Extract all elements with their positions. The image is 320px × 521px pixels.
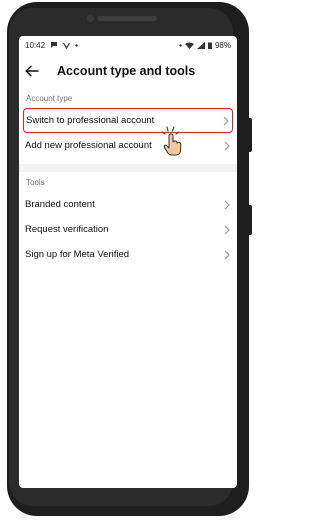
chevron-right-icon <box>224 141 230 150</box>
v-icon <box>63 42 71 49</box>
battery-percent: 98% <box>214 40 231 50</box>
sign-up-meta-verified-item[interactable]: Sign up for Meta Verified <box>19 242 237 267</box>
branded-content-item[interactable]: Branded content <box>19 192 237 217</box>
dot-icon <box>75 43 78 47</box>
section-label-account-type: Account type <box>26 93 73 103</box>
switch-to-professional-account-item[interactable]: Switch to professional account <box>23 108 233 133</box>
status-time: 10:42 <box>25 40 46 50</box>
list-item-label: Switch to professional account <box>26 115 155 126</box>
dot-icon <box>179 43 182 47</box>
battery-icon <box>207 42 212 49</box>
arrow-left-icon[interactable] <box>25 64 41 78</box>
screen: 10:42 98% Account type and tools Account… <box>19 36 237 488</box>
chevron-right-icon <box>223 116 229 125</box>
power-button <box>248 205 252 235</box>
list-item-label: Sign up for Meta Verified <box>25 249 130 260</box>
list-item-label: Add new professional account <box>25 140 152 151</box>
section-divider <box>19 164 237 172</box>
add-new-professional-account-item[interactable]: Add new professional account <box>19 133 237 158</box>
signal-icon <box>196 41 205 49</box>
section-label-tools: Tools <box>26 177 45 187</box>
front-camera <box>87 15 94 22</box>
list-item-label: Branded content <box>25 199 95 210</box>
chevron-right-icon <box>224 200 230 209</box>
page-title: Account type and tools <box>57 64 196 78</box>
speaker-grille <box>97 16 157 21</box>
chat-icon <box>51 42 58 48</box>
chevron-right-icon <box>224 225 230 234</box>
chevron-right-icon <box>224 250 230 259</box>
app-header: Account type and tools <box>19 54 237 88</box>
wifi-icon <box>184 42 194 49</box>
tap-hand-pointer-icon <box>161 126 182 156</box>
list-item-label: Request verification <box>25 224 109 235</box>
status-bar: 10:42 98% <box>19 36 237 54</box>
volume-button <box>248 118 252 152</box>
request-verification-item[interactable]: Request verification <box>19 217 237 242</box>
